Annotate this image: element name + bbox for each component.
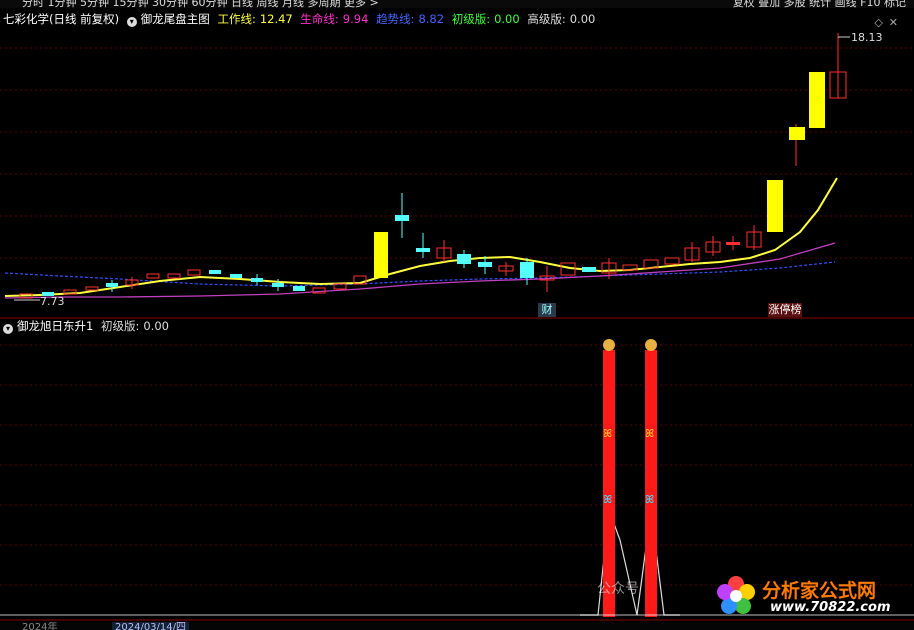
limit-up-candle (789, 127, 805, 140)
limit-up-candle (809, 72, 825, 128)
sub-indicator-name[interactable]: 御龙旭日东升1 (17, 319, 93, 333)
candle (106, 283, 118, 287)
candle (146, 273, 160, 279)
candle (230, 274, 242, 278)
brand-logo: 分析家公式网 www.70822.com (712, 572, 906, 618)
signal-bar (645, 350, 657, 617)
candle (209, 270, 221, 274)
flower-logo-icon (717, 576, 755, 614)
candle (726, 242, 740, 245)
signal-bars[interactable]: ꕤ ꕤ ꕤ ꕤ (580, 339, 680, 617)
year-label: 2024年 (22, 622, 58, 630)
candle (457, 254, 471, 264)
candle (520, 262, 534, 278)
high-price-label: 18.13 (851, 31, 883, 44)
butterfly-icon: ꕤ (603, 427, 612, 440)
sub-basic-label: 初级版: (100, 319, 140, 333)
candle (664, 257, 680, 265)
work-line (4, 177, 838, 297)
butterfly-icon: ꕤ (603, 493, 612, 506)
candle (167, 273, 181, 279)
watermark: 公众号 (597, 581, 639, 597)
brand-url: www.70822.com (770, 600, 891, 615)
butterfly-icon: ꕤ (645, 427, 654, 440)
finance-marker[interactable]: 财 (538, 303, 556, 317)
brand-name: 分析家公式网 (762, 580, 877, 602)
indicator-dropdown-icon[interactable]: ▾ (3, 324, 13, 334)
candlesticks[interactable] (19, 33, 847, 299)
candle (293, 286, 305, 291)
sub-grid (0, 344, 914, 586)
money-bag-icon (645, 339, 657, 351)
limit-up-candle (767, 180, 783, 232)
candle (478, 262, 492, 267)
date-bar: 2024年 2024/03/14/四 (0, 622, 914, 630)
candle (85, 286, 99, 291)
candle (251, 278, 263, 282)
low-price-label: 7.73 (40, 295, 65, 308)
sub-basic-value: 0.00 (143, 319, 169, 333)
money-bag-icon (603, 339, 615, 351)
candle (395, 215, 409, 221)
signal-bar (603, 350, 615, 617)
candle (272, 283, 284, 287)
cursor-date: 2024/03/14/四 (112, 622, 190, 630)
candle (187, 269, 201, 276)
candle (582, 267, 596, 272)
sub-chart-header: ▾ 御龙旭日东升1 初级版: 0.00 (3, 318, 173, 334)
limit-up-candle (374, 232, 388, 278)
limit-up-list-marker[interactable]: 涨停榜 (768, 303, 802, 317)
candle (416, 248, 430, 252)
butterfly-icon: ꕤ (645, 493, 654, 506)
